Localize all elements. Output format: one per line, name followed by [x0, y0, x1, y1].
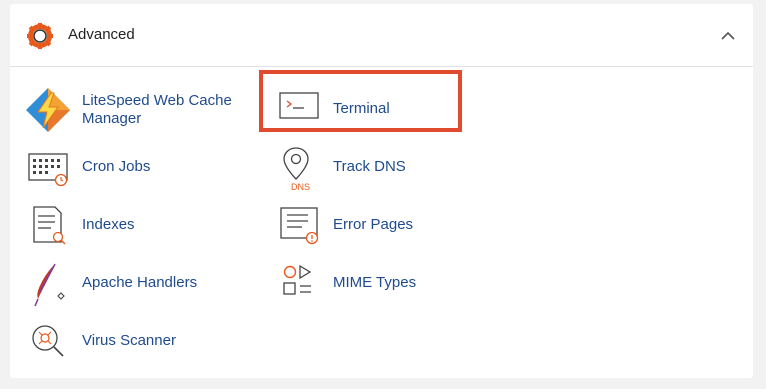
- mime-types-link[interactable]: MIME Types: [278, 264, 448, 305]
- track-dns-icon: DNS: [283, 147, 310, 192]
- item-label: Track DNS: [333, 158, 406, 175]
- terminal-link[interactable]: Terminal: [278, 87, 448, 127]
- item-label: Virus Scanner: [82, 332, 176, 349]
- item-label: Indexes: [82, 216, 135, 233]
- item-label-line2: Manager: [82, 110, 142, 127]
- gear-icon: [27, 23, 53, 49]
- error-pages-link[interactable]: Error Pages: [278, 207, 448, 247]
- virus-scanner-icon: [32, 325, 64, 357]
- track-dns-link[interactable]: DNS Track DNS: [278, 147, 448, 192]
- item-label: Apache Handlers: [82, 274, 198, 291]
- item-label: MIME Types: [333, 274, 417, 291]
- item-label: Terminal: [333, 100, 390, 117]
- apache-handlers-link[interactable]: Apache Handlers: [25, 263, 250, 307]
- advanced-panel: Advanced LiteSpeed Web Cache Manager Ter…: [10, 4, 753, 378]
- advanced-section-header[interactable]: Advanced: [10, 4, 753, 67]
- section-title: Advanced: [68, 26, 135, 43]
- mime-types-icon: [283, 264, 312, 295]
- litespeed-icon: [26, 88, 70, 132]
- item-label: Error Pages: [333, 216, 414, 233]
- apache-handlers-icon: [34, 263, 65, 307]
- cron-jobs-icon: [28, 153, 68, 187]
- terminal-icon: [279, 92, 319, 119]
- virus-scanner-link[interactable]: Virus Scanner: [25, 323, 250, 363]
- litespeed-web-cache-manager-link[interactable]: LiteSpeed Web Cache Manager: [25, 87, 250, 137]
- dns-icon-text: DNS: [291, 182, 310, 192]
- item-label-line1: LiteSpeed Web Cache: [82, 92, 232, 109]
- indexes-icon: [33, 206, 66, 245]
- chevron-up-icon[interactable]: [720, 30, 736, 42]
- cron-jobs-link[interactable]: Cron Jobs: [25, 149, 250, 189]
- item-label: Cron Jobs: [82, 158, 151, 175]
- error-pages-icon: [280, 207, 319, 245]
- indexes-link[interactable]: Indexes: [25, 206, 250, 247]
